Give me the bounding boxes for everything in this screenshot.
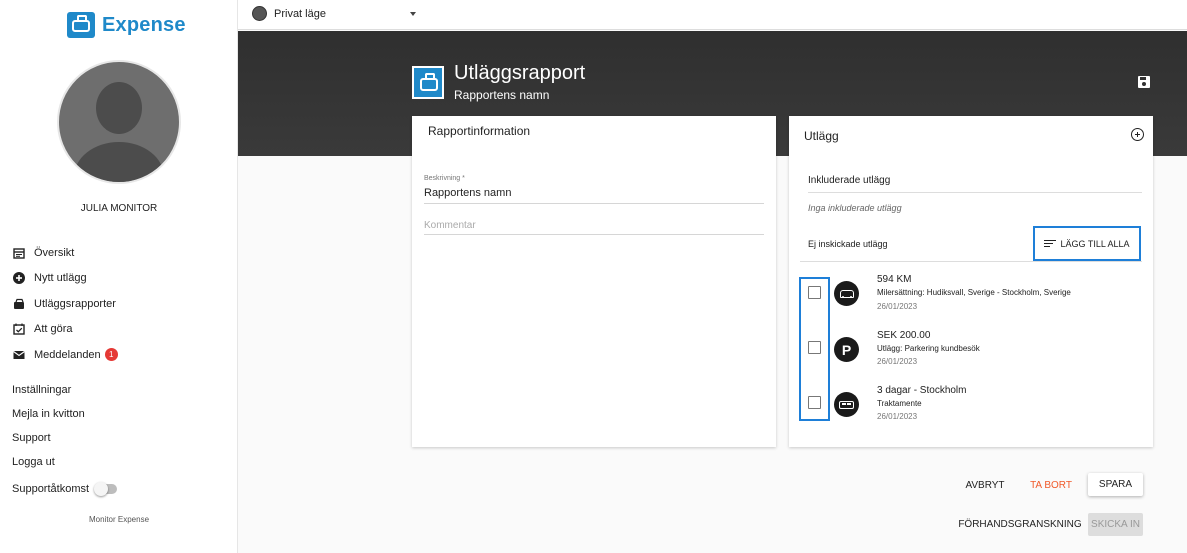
description-field[interactable]: Rapportens namn (424, 187, 764, 204)
parking-glyph: P (841, 341, 852, 358)
expense-description: Milersättning: Hudiksvall, Sverige - Sto… (877, 288, 1071, 297)
sidebar-item-nytt-utlagg[interactable]: Nytt utlägg (12, 266, 118, 292)
link-mejla-in-kvitton[interactable]: Mejla in kvitton (12, 402, 85, 426)
link-support[interactable]: Support (12, 426, 85, 450)
footer-brand: Monitor Expense (88, 515, 150, 524)
notification-badge: 1 (104, 348, 118, 362)
mail-icon (12, 348, 25, 361)
report-wallet-icon (412, 66, 444, 99)
sidebar-item-oversikt[interactable]: Översikt (12, 240, 118, 266)
not-submitted-header: Ej inskickade utlägg (808, 239, 888, 249)
expense-description: Utlägg: Parkering kundbesök (877, 344, 980, 353)
save-button[interactable]: SPARA (1088, 473, 1143, 496)
divider (800, 261, 1142, 262)
calendar-icon (12, 246, 25, 259)
add-all-button[interactable]: LÄGG TILL ALLA (1033, 226, 1141, 261)
expense-title: 594 KM (877, 274, 912, 285)
expense-checkbox-2[interactable] (808, 341, 821, 354)
checklist-icon (12, 323, 25, 336)
user-name: JULIA MONITOR (80, 203, 158, 214)
sidebar-item-att-gora[interactable]: Att göra (12, 317, 118, 343)
sidebar-item-label: Utläggsrapporter (34, 297, 116, 310)
report-info-card: Rapportinformation Beskrivning * Rapport… (412, 116, 776, 447)
delete-button[interactable]: TA BORT (1024, 475, 1078, 495)
save-icon[interactable] (1138, 76, 1150, 88)
included-expenses-header: Inkluderade utlägg (808, 175, 1142, 193)
mode-avatar-icon (252, 6, 267, 21)
avatar[interactable] (57, 60, 181, 184)
wallet-icon (12, 297, 25, 310)
add-circle-icon (12, 272, 25, 285)
sidebar: Expense JULIA MONITOR Översikt Nytt utlä… (0, 0, 238, 553)
mode-selector[interactable]: Privat läge (252, 6, 416, 21)
expense-checkbox-1[interactable] (808, 286, 821, 299)
no-included-text: Inga inkluderade utlägg (808, 203, 902, 213)
preview-button[interactable]: FÖRHANDSGRANSKNING (958, 514, 1082, 534)
expense-date: 26/01/2023 (877, 412, 918, 421)
sidebar-nav: Översikt Nytt utlägg Utläggsrapporter At… (12, 240, 118, 368)
link-installningar[interactable]: Inställningar (12, 378, 85, 402)
app-logo-text: Expense (102, 13, 186, 36)
expense-title: 3 dagar - Stockholm (877, 385, 967, 396)
expense-title: SEK 200.00 (877, 330, 931, 341)
card-title: Utlägg (804, 129, 839, 143)
expense-checkbox-3[interactable] (808, 396, 821, 409)
page-subtitle: Rapportens namn (454, 88, 550, 102)
page-title: Utläggsrapport (454, 62, 586, 84)
mode-label: Privat läge (274, 7, 326, 20)
comment-field[interactable]: Kommentar (424, 220, 764, 235)
expense-date: 26/01/2023 (877, 302, 918, 311)
car-icon (834, 281, 859, 306)
add-all-label: LÄGG TILL ALLA (1060, 238, 1130, 249)
parking-icon: P (834, 337, 859, 362)
card-title: Rapportinformation (428, 124, 531, 138)
sidebar-item-label: Meddelanden (34, 348, 101, 361)
link-logga-ut[interactable]: Logga ut (12, 450, 85, 474)
sidebar-links: Inställningar Mejla in kvitton Support L… (12, 378, 85, 474)
support-access-toggle[interactable] (94, 482, 118, 496)
expenses-card: Utlägg Inkluderade utlägg Inga inkludera… (789, 116, 1153, 447)
wallet-logo-icon (67, 12, 95, 38)
app-logo[interactable]: Expense (67, 12, 186, 38)
sidebar-item-meddelanden[interactable]: Meddelanden 1 (12, 342, 118, 368)
chevron-down-icon (409, 11, 416, 16)
add-expense-icon[interactable] (1131, 128, 1144, 141)
playlist-add-check-icon (1044, 238, 1057, 249)
sidebar-item-utlaggsrapporter[interactable]: Utläggsrapporter (12, 291, 118, 317)
cancel-button[interactable]: AVBRYT (958, 475, 1012, 495)
top-bar: Privat läge (238, 0, 1187, 30)
bus-icon (834, 392, 859, 417)
sidebar-item-label: Att göra (34, 323, 73, 336)
support-access-row: Supportåtkomst (12, 482, 118, 496)
expense-date: 26/01/2023 (877, 357, 918, 366)
sidebar-item-label: Översikt (34, 246, 75, 259)
expense-description: Traktamente (877, 399, 922, 408)
sidebar-item-label: Nytt utlägg (34, 272, 87, 285)
description-label: Beskrivning * (424, 175, 465, 182)
send-button[interactable]: SKICKA IN (1088, 513, 1143, 536)
support-access-label: Supportåtkomst (12, 483, 90, 495)
